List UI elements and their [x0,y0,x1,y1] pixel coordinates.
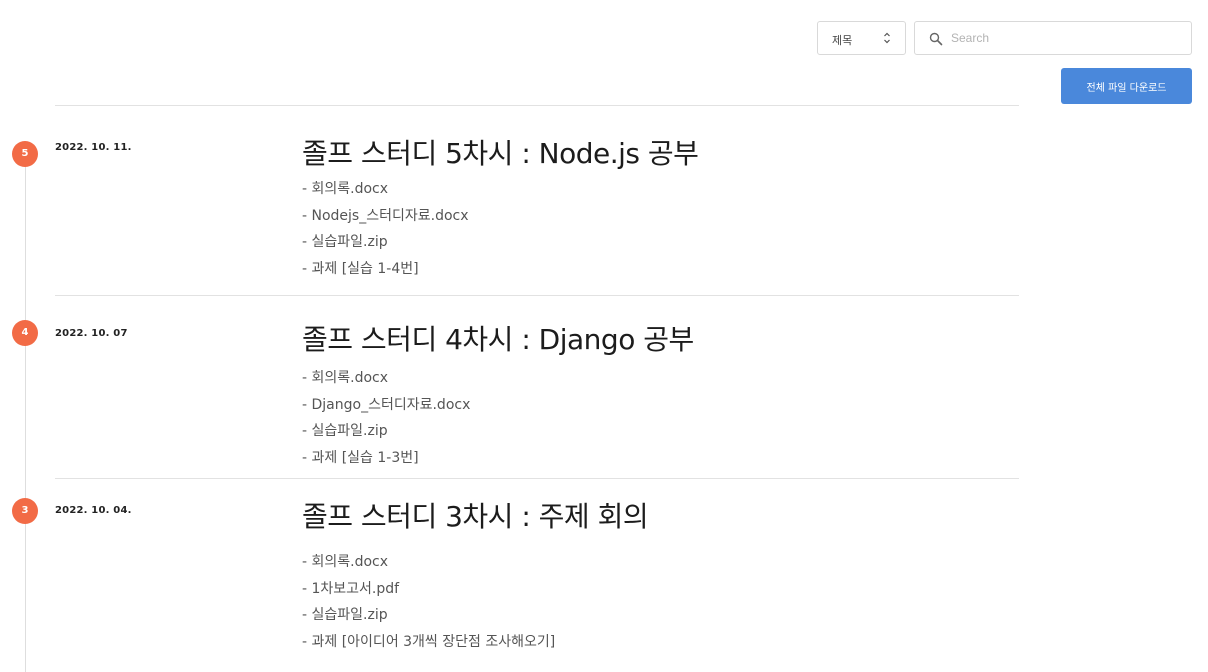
up-down-chevron-icon [884,32,890,44]
file-item[interactable]: - 실습파일.zip [302,420,470,447]
search-input[interactable] [951,28,1181,48]
divider [55,105,1019,106]
file-item[interactable]: - 1차보고서.pdf [302,578,555,605]
file-item[interactable]: - Nodejs_스터디자료.docx [302,205,469,232]
file-list: - 회의록.docx - Django_스터디자료.docx - 실습파일.zi… [302,367,470,473]
entry-title: 졸프 스터디 4차시 : Django 공부 [302,323,694,356]
search-icon [929,32,943,46]
file-item[interactable]: - 실습파일.zip [302,231,469,258]
file-item[interactable]: - 회의록.docx [302,551,555,578]
entry-date: 2022. 10. 07 [55,328,128,339]
entry-number-badge: 3 [12,498,38,524]
file-list: - 회의록.docx - Nodejs_스터디자료.docx - 실습파일.zi… [302,178,469,284]
file-item[interactable]: - 과제 [아이디어 3개씩 장단점 조사해오기] [302,631,555,658]
timeline-line [25,152,26,672]
search-box[interactable] [914,21,1192,55]
entry-date: 2022. 10. 11. [55,142,132,153]
file-item[interactable]: - 과제 [실습 1-3번] [302,447,470,474]
file-item[interactable]: - 실습파일.zip [302,604,555,631]
download-all-button[interactable]: 전체 파일 다운로드 [1061,68,1192,104]
search-field-select[interactable]: 제목 [817,21,906,55]
entry-title: 졸프 스터디 3차시 : 주제 회의 [302,500,649,533]
entry-number-badge: 4 [12,320,38,346]
search-field-select-value: 제목 [832,34,853,47]
file-item[interactable]: - Django_스터디자료.docx [302,394,470,421]
entry-title: 졸프 스터디 5차시 : Node.js 공부 [302,137,699,170]
file-item[interactable]: - 과제 [실습 1-4번] [302,258,469,285]
divider [55,478,1019,479]
divider [55,295,1019,296]
file-item[interactable]: - 회의록.docx [302,178,469,205]
entry-number-badge: 5 [12,141,38,167]
entry-date: 2022. 10. 04. [55,505,132,516]
file-item[interactable]: - 회의록.docx [302,367,470,394]
file-list: - 회의록.docx - 1차보고서.pdf - 실습파일.zip - 과제 [… [302,551,555,657]
